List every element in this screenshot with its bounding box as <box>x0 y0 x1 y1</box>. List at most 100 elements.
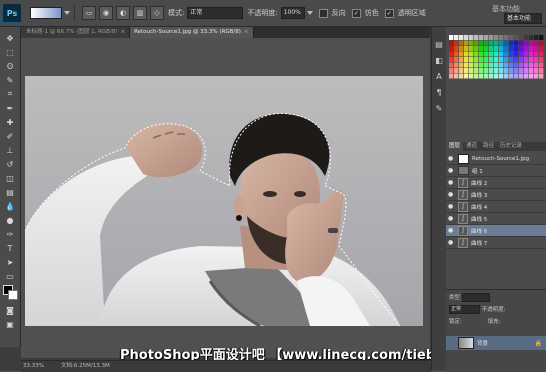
swatch-cell[interactable] <box>509 73 514 79</box>
swatch-cell[interactable] <box>449 57 454 62</box>
swatch-cell[interactable] <box>509 35 514 40</box>
tab-paths[interactable]: 路径 <box>480 142 497 151</box>
swatch-cell[interactable] <box>469 40 474 46</box>
swatch-grid[interactable] <box>449 35 544 107</box>
swatch-cell[interactable] <box>469 35 474 40</box>
swatch-cell[interactable] <box>484 68 489 73</box>
swatch-cell[interactable] <box>539 40 544 46</box>
swatch-cell[interactable] <box>509 46 514 51</box>
gradient-picker[interactable] <box>30 7 62 19</box>
layer-row[interactable]: ● 组 1 <box>446 165 546 177</box>
character-panel-icon[interactable]: A <box>434 71 444 81</box>
history-brush-tool-icon[interactable]: ↺ <box>4 159 16 169</box>
swatch-cell[interactable] <box>529 46 534 51</box>
swatch-cell[interactable] <box>494 40 499 46</box>
swatch-cell[interactable] <box>524 35 529 40</box>
diamond-gradient-button[interactable]: ◇ <box>150 6 164 20</box>
dodge-tool-icon[interactable]: ● <box>4 215 16 225</box>
swatch-cell[interactable] <box>489 68 494 73</box>
swatch-cell[interactable] <box>449 62 454 68</box>
mode-select[interactable]: 正常 <box>187 7 244 19</box>
swatch-cell[interactable] <box>524 68 529 73</box>
swatch-cell[interactable] <box>539 62 544 68</box>
swatch-cell[interactable] <box>474 40 479 46</box>
swatch-cell[interactable] <box>464 51 469 57</box>
swatch-cell[interactable] <box>499 73 504 79</box>
swatch-cell[interactable] <box>499 40 504 46</box>
swatch-cell[interactable] <box>489 62 494 68</box>
tab-history[interactable]: 历史记录 <box>497 142 525 151</box>
swatch-cell[interactable] <box>454 46 459 51</box>
swatch-cell[interactable] <box>464 40 469 46</box>
swatch-cell[interactable] <box>504 46 509 51</box>
swatch-cell[interactable] <box>449 68 454 73</box>
swatch-cell[interactable] <box>534 35 539 40</box>
swatch-cell[interactable] <box>534 40 539 46</box>
swatch-cell[interactable] <box>514 35 519 40</box>
swatch-cell[interactable] <box>499 51 504 57</box>
swatch-cell[interactable] <box>469 46 474 51</box>
swatch-cell[interactable] <box>509 51 514 57</box>
swatch-cell[interactable] <box>494 73 499 79</box>
swatch-cell[interactable] <box>524 40 529 46</box>
eye-icon[interactable]: ● <box>448 239 455 246</box>
swatch-cell[interactable] <box>474 68 479 73</box>
swatch-cell[interactable] <box>474 62 479 68</box>
swatch-cell[interactable] <box>454 68 459 73</box>
swatch-cell[interactable] <box>529 73 534 79</box>
close-icon[interactable]: × <box>244 29 249 35</box>
swatch-cell[interactable] <box>474 73 479 79</box>
swatch-cell[interactable] <box>519 35 524 40</box>
swatch-cell[interactable] <box>464 57 469 62</box>
swatch-cell[interactable] <box>514 46 519 51</box>
workspace-select[interactable]: 基本功能 <box>504 13 542 24</box>
swatch-cell[interactable] <box>504 40 509 46</box>
swatch-cell[interactable] <box>509 57 514 62</box>
swatch-cell[interactable] <box>459 35 464 40</box>
swatch-cell[interactable] <box>499 68 504 73</box>
swatch-cell[interactable] <box>534 57 539 62</box>
background-layer-row[interactable]: 背景 🔒 <box>446 336 546 350</box>
dither-checkbox[interactable]: ✓ <box>351 8 361 18</box>
swatch-cell[interactable] <box>489 40 494 46</box>
swatch-cell[interactable] <box>539 57 544 62</box>
swatch-cell[interactable] <box>529 62 534 68</box>
layer-row[interactable]: ● ∫ 曲线 4 <box>446 201 546 213</box>
brush-tool-icon[interactable]: ✐ <box>4 131 16 141</box>
swatch-cell[interactable] <box>484 35 489 40</box>
swatch-cell[interactable] <box>514 51 519 57</box>
gradient-tool-icon[interactable]: ▤ <box>4 187 16 197</box>
swatch-cell[interactable] <box>479 68 484 73</box>
quick-mask-icon[interactable]: ◙ <box>4 305 16 315</box>
angle-gradient-button[interactable]: ◐ <box>116 6 130 20</box>
swatch-cell[interactable] <box>454 57 459 62</box>
swatch-cell[interactable] <box>454 73 459 79</box>
swatch-cell[interactable] <box>454 35 459 40</box>
opacity-input[interactable]: 100% <box>280 7 305 19</box>
pen-tool-icon[interactable]: ✑ <box>4 229 16 239</box>
swatch-cell[interactable] <box>504 73 509 79</box>
canvas-area[interactable] <box>21 38 430 358</box>
swatch-cell[interactable] <box>459 68 464 73</box>
swatch-cell[interactable] <box>469 73 474 79</box>
swatch-cell[interactable] <box>494 35 499 40</box>
shape-tool-icon[interactable]: ▭ <box>4 271 16 281</box>
swatch-cell[interactable] <box>494 57 499 62</box>
swatch-cell[interactable] <box>479 62 484 68</box>
swatch-cell[interactable] <box>464 46 469 51</box>
swatch-cell[interactable] <box>509 68 514 73</box>
swatch-cell[interactable] <box>534 51 539 57</box>
swatch-cell[interactable] <box>449 46 454 51</box>
move-tool-icon[interactable]: ✥ <box>4 33 16 43</box>
swatch-cell[interactable] <box>499 35 504 40</box>
swatch-cell[interactable] <box>499 57 504 62</box>
swatch-cell[interactable] <box>514 57 519 62</box>
swatch-cell[interactable] <box>454 40 459 46</box>
swatch-cell[interactable] <box>479 73 484 79</box>
swatch-cell[interactable] <box>469 68 474 73</box>
swatch-cell[interactable] <box>509 62 514 68</box>
swatch-cell[interactable] <box>519 73 524 79</box>
swatch-cell[interactable] <box>524 62 529 68</box>
eye-icon[interactable]: ● <box>448 155 455 162</box>
swatch-cell[interactable] <box>529 40 534 46</box>
